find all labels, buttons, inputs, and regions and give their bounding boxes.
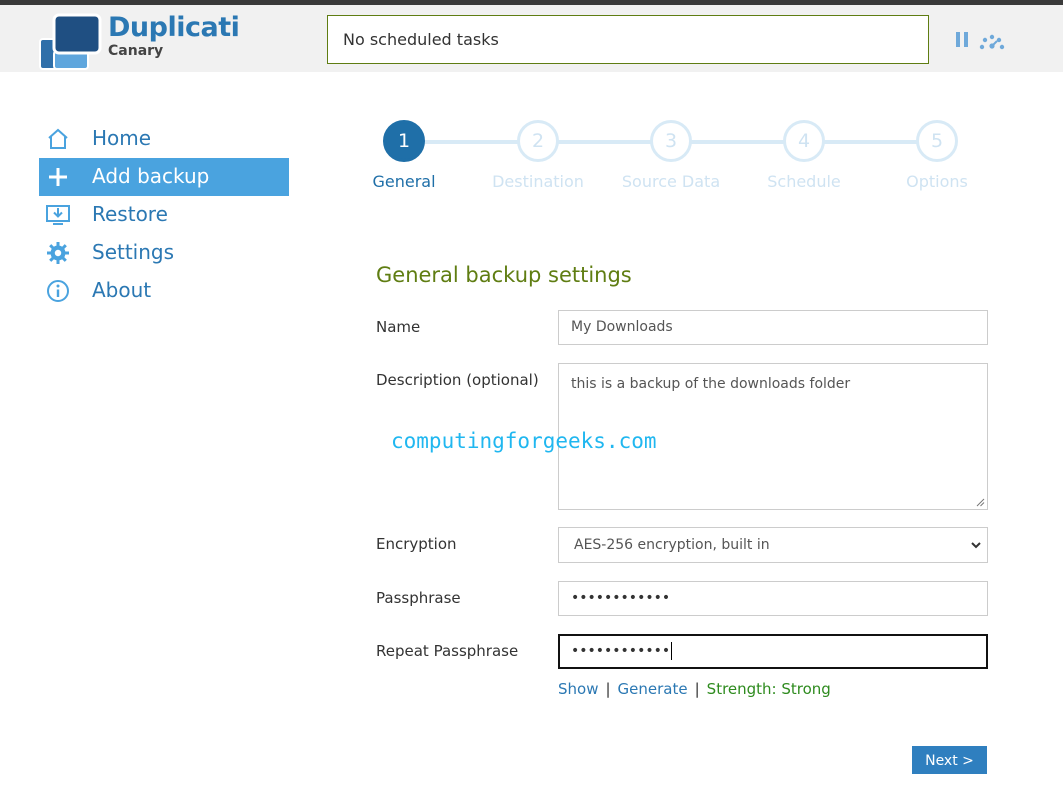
home-icon bbox=[46, 127, 70, 151]
step-destination[interactable]: 2 Destination bbox=[488, 120, 588, 191]
passphrase-label: Passphrase bbox=[376, 589, 461, 607]
separator: | bbox=[695, 680, 700, 698]
show-link[interactable]: Show bbox=[558, 680, 598, 698]
duplicati-logo bbox=[38, 13, 104, 71]
nav-item-add-backup[interactable]: Add backup bbox=[39, 158, 289, 196]
name-label: Name bbox=[376, 318, 420, 336]
strength-text: Strength: Strong bbox=[707, 680, 831, 698]
next-button[interactable]: Next > bbox=[912, 746, 987, 774]
step-number: 2 bbox=[517, 120, 559, 162]
status-text: No scheduled tasks bbox=[343, 30, 499, 49]
app-name: Duplicati bbox=[108, 12, 239, 43]
description-value: this is a backup of the downloads folder bbox=[571, 376, 850, 392]
throttle-icon[interactable] bbox=[978, 33, 1006, 51]
text-cursor bbox=[671, 642, 672, 660]
step-schedule[interactable]: 4 Schedule bbox=[754, 120, 854, 191]
gear-icon bbox=[46, 241, 70, 265]
encryption-value: AES-256 encryption, built in bbox=[574, 537, 770, 553]
repeat-passphrase-field[interactable]: •••••••••••• bbox=[558, 634, 988, 669]
nav-label-settings: Settings bbox=[92, 240, 174, 264]
name-field[interactable]: My Downloads bbox=[558, 310, 988, 345]
description-label: Description (optional) bbox=[376, 371, 539, 389]
step-label: Destination bbox=[488, 172, 588, 191]
nav-item-home[interactable]: Home bbox=[39, 120, 289, 158]
passphrase-actions: Show | Generate | Strength: Strong bbox=[558, 680, 831, 698]
encryption-select[interactable]: AES-256 encryption, built in bbox=[558, 527, 988, 563]
watermark-text: computingforgeeks.com bbox=[391, 429, 657, 453]
separator: | bbox=[605, 680, 610, 698]
step-label: General bbox=[354, 172, 454, 191]
nav-item-settings[interactable]: Settings bbox=[39, 234, 289, 272]
status-box[interactable]: No scheduled tasks bbox=[327, 15, 929, 64]
plus-icon bbox=[46, 165, 70, 189]
passphrase-field[interactable]: •••••••••••• bbox=[558, 581, 988, 616]
nav-label-add-backup: Add backup bbox=[92, 164, 209, 188]
wizard-steps: 1 General 2 Destination 3 Source Data 4 … bbox=[355, 120, 995, 200]
generate-link[interactable]: Generate bbox=[618, 680, 688, 698]
sidebar-nav: Home Add backup Restore Settings A bbox=[39, 120, 289, 310]
step-number: 5 bbox=[916, 120, 958, 162]
name-value: My Downloads bbox=[571, 319, 673, 335]
pause-icon[interactable] bbox=[955, 32, 969, 47]
restore-icon bbox=[46, 203, 70, 227]
header-bar: Duplicati Canary No scheduled tasks bbox=[0, 5, 1063, 72]
step-number: 4 bbox=[783, 120, 825, 162]
step-label: Source Data bbox=[621, 172, 721, 191]
step-label: Schedule bbox=[754, 172, 854, 191]
step-label: Options bbox=[887, 172, 987, 191]
step-source-data[interactable]: 3 Source Data bbox=[621, 120, 721, 191]
repeat-passphrase-value: •••••••••••• bbox=[571, 643, 670, 659]
passphrase-value: •••••••••••• bbox=[571, 590, 670, 606]
nav-label-restore: Restore bbox=[92, 202, 168, 226]
nav-item-about[interactable]: About bbox=[39, 272, 289, 310]
nav-item-restore[interactable]: Restore bbox=[39, 196, 289, 234]
encryption-label: Encryption bbox=[376, 535, 457, 553]
step-number: 1 bbox=[383, 120, 425, 162]
info-icon bbox=[46, 279, 70, 303]
step-number: 3 bbox=[650, 120, 692, 162]
app-edition: Canary bbox=[108, 43, 163, 59]
resize-grip-icon[interactable] bbox=[976, 498, 985, 507]
chevron-down-icon bbox=[971, 540, 981, 550]
step-options[interactable]: 5 Options bbox=[887, 120, 987, 191]
repeat-passphrase-label: Repeat Passphrase bbox=[376, 642, 518, 660]
nav-label-about: About bbox=[92, 278, 151, 302]
nav-label-home: Home bbox=[92, 126, 151, 150]
section-title: General backup settings bbox=[376, 263, 632, 287]
step-general[interactable]: 1 General bbox=[354, 120, 454, 191]
